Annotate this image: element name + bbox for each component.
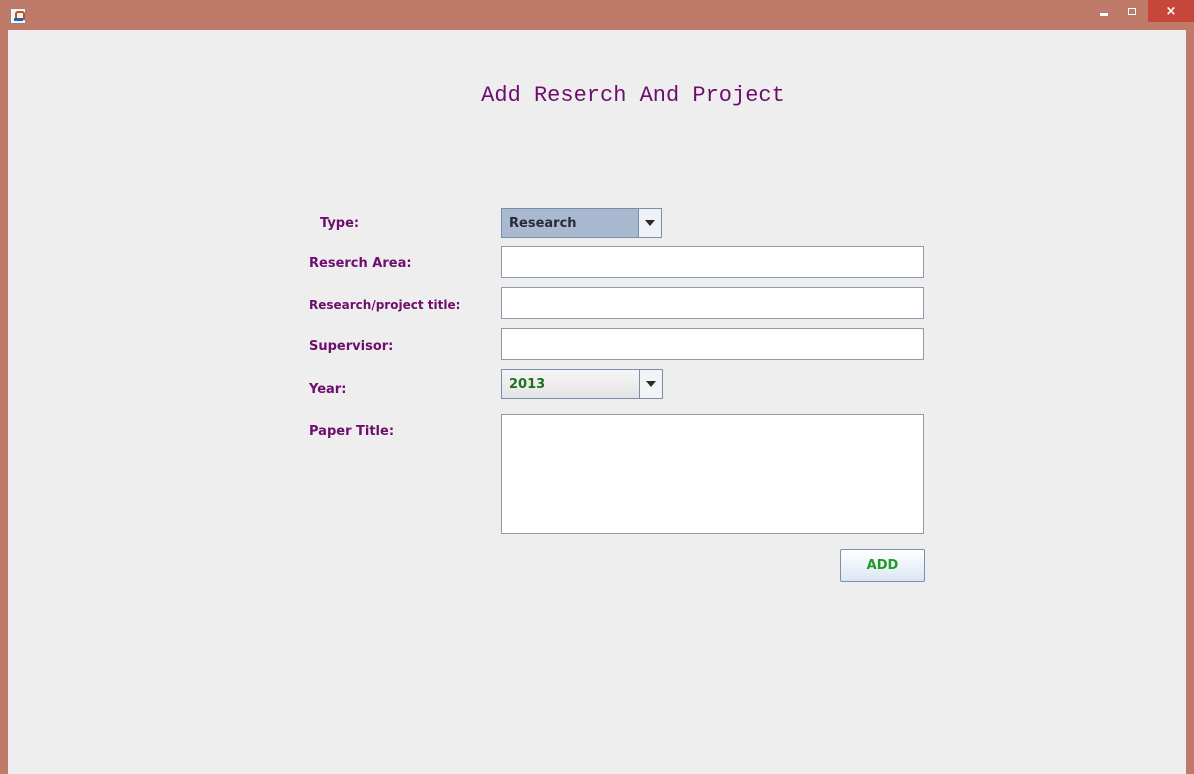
year-selected-value: 2013 xyxy=(509,376,546,392)
form-panel: Add Reserch And Project Type: Research R… xyxy=(8,30,1186,774)
chevron-down-icon[interactable] xyxy=(639,370,662,398)
year-combobox[interactable]: 2013 xyxy=(501,369,663,399)
research-area-label: Reserch Area: xyxy=(309,256,412,271)
title-bar[interactable]: × xyxy=(0,0,1194,30)
project-title-input[interactable] xyxy=(501,287,924,319)
year-label: Year: xyxy=(309,382,347,397)
paper-title-label: Paper Title: xyxy=(309,424,395,439)
supervisor-label: Supervisor: xyxy=(309,339,394,354)
supervisor-input[interactable] xyxy=(501,328,924,360)
paper-title-textarea[interactable] xyxy=(501,414,924,534)
java-app-icon[interactable] xyxy=(10,8,26,24)
type-selected-value: Research xyxy=(509,215,577,231)
page-title: Add Reserch And Project xyxy=(481,83,785,108)
minimize-icon[interactable] xyxy=(1091,0,1117,22)
chevron-down-icon[interactable] xyxy=(638,209,661,237)
type-label: Type: xyxy=(320,216,360,231)
maximize-icon[interactable] xyxy=(1119,0,1145,22)
research-area-input[interactable] xyxy=(501,246,924,278)
add-button[interactable]: ADD xyxy=(840,549,925,582)
project-title-label: Research/project title: xyxy=(309,298,461,312)
close-icon[interactable]: × xyxy=(1148,0,1194,22)
app-window: × Add Reserch And Project Type: Research… xyxy=(0,0,1194,774)
type-combobox[interactable]: Research xyxy=(501,208,662,238)
